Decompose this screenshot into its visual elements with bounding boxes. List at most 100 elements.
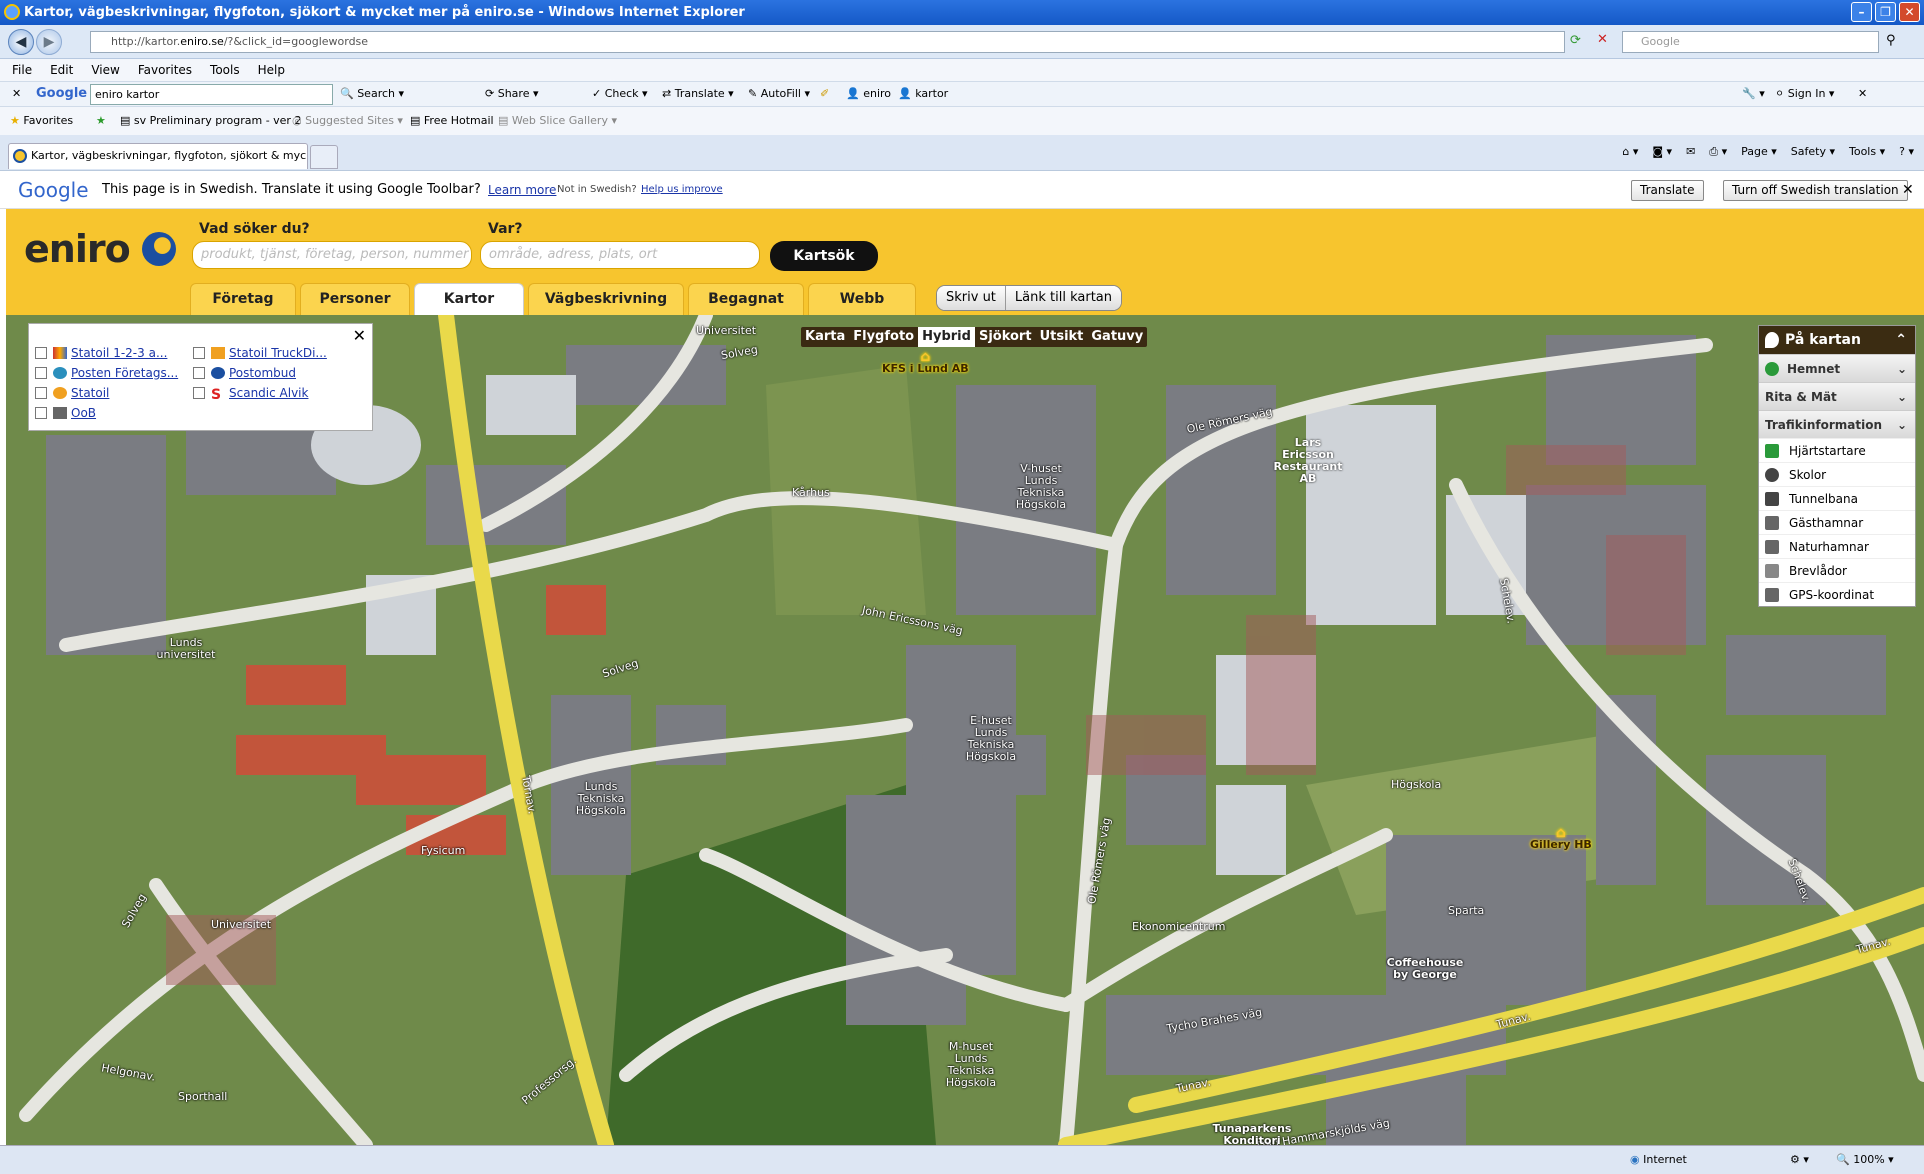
toolbar-check-button[interactable]: ✓ Check ▾ <box>592 82 648 106</box>
menu-edit[interactable]: Edit <box>50 59 73 81</box>
forward-button[interactable]: ▶ <box>36 29 62 55</box>
poi-item[interactable]: Posten Företags... <box>35 364 178 382</box>
search-icon[interactable]: ⚲ <box>1886 33 1896 48</box>
menu-file[interactable]: File <box>12 59 32 81</box>
maptype-flygfoto[interactable]: Flygfoto <box>849 327 918 347</box>
layer-hjartstartare[interactable]: Hjärtstartare <box>1759 438 1915 462</box>
layer-tunnelbana[interactable]: Tunnelbana <box>1759 486 1915 510</box>
tab-vagbeskrivning[interactable]: Vägbeskrivning <box>528 283 684 315</box>
translate-button[interactable]: Translate <box>1631 180 1704 201</box>
refresh-icon[interactable]: ⟳ <box>1570 33 1581 48</box>
poi-panel-close-icon[interactable]: ✕ <box>353 326 366 345</box>
protected-mode-icon[interactable]: ⚙ ▾ <box>1790 1146 1809 1174</box>
poi-link[interactable]: Scandic Alvik <box>229 386 308 400</box>
pa-kartan-header[interactable]: På kartan ⌃ <box>1759 326 1915 354</box>
toolbar-close-icon[interactable]: ✕ <box>12 82 21 106</box>
back-button[interactable]: ◀ <box>8 29 34 55</box>
poi-item[interactable]: Statoil <box>35 384 109 402</box>
print-icon[interactable]: ⎙ ▾ <box>1709 145 1727 159</box>
learn-more-link[interactable]: Learn more <box>488 171 556 209</box>
tab-webb[interactable]: Webb <box>808 283 916 315</box>
toolbar-term-eniro[interactable]: 👤 eniro <box>846 82 891 106</box>
maptype-sjokort[interactable]: Sjökort <box>975 327 1036 347</box>
mail-icon[interactable]: ✉ <box>1686 145 1695 159</box>
section-trafikinformation[interactable]: Trafikinformation ⌄ <box>1759 410 1915 438</box>
poi-link[interactable]: Statoil 1-2-3 a... <box>71 346 167 360</box>
maximize-button[interactable]: ❐ <box>1875 2 1896 22</box>
home-icon[interactable]: ⌂ ▾ <box>1622 145 1638 159</box>
toolbar-search-button[interactable]: 🔍 Search ▾ <box>340 82 404 106</box>
map-view[interactable]: ✕ Statoil 1-2-3 a... Posten Företags... … <box>6 315 1924 1145</box>
fav-item-hotmail[interactable]: ▤ Free Hotmail <box>410 107 494 135</box>
menu-tools[interactable]: Tools <box>210 59 240 81</box>
tools-menu[interactable]: Tools ▾ <box>1849 145 1885 159</box>
section-rita-mat[interactable]: Rita & Mät ⌄ <box>1759 382 1915 410</box>
browser-search-input[interactable]: Google <box>1622 31 1879 53</box>
poi-link[interactable]: Statoil <box>71 386 109 400</box>
menu-help[interactable]: Help <box>258 59 285 81</box>
poi-link[interactable]: Postombud <box>229 366 296 380</box>
poi-checkbox[interactable] <box>35 407 47 419</box>
poi-checkbox[interactable] <box>193 387 205 399</box>
close-window-button[interactable]: ✕ <box>1899 2 1920 22</box>
poi-item[interactable]: Postombud <box>193 364 296 382</box>
tab-active[interactable]: Kartor, vägbeskrivningar, flygfoton, sjö… <box>8 143 308 169</box>
fav-item-preliminary[interactable]: ▤ sv Preliminary program - ver 2 <box>120 107 301 135</box>
maptype-karta[interactable]: Karta <box>801 327 849 347</box>
poi-checkbox[interactable] <box>35 367 47 379</box>
toolbar-term-kartor[interactable]: 👤 kartor <box>898 82 948 106</box>
layer-brevlador[interactable]: Brevlådor <box>1759 558 1915 582</box>
business-marker-coffee[interactable]: Coffeehouse by George <box>1380 957 1470 981</box>
toolbar-autofill-button[interactable]: ✎ AutoFill ▾ <box>748 82 810 106</box>
tab-begagnat[interactable]: Begagnat <box>688 283 804 315</box>
wrench-icon[interactable]: 🔧 ▾ <box>1742 82 1765 106</box>
poi-checkbox[interactable] <box>35 347 47 359</box>
print-map-button[interactable]: Skriv ut <box>937 286 1006 310</box>
turn-off-translation-button[interactable]: Turn off Swedish translation <box>1723 180 1908 201</box>
poi-checkbox[interactable] <box>193 367 205 379</box>
layer-gps[interactable]: GPS-koordinat <box>1759 582 1915 606</box>
poi-item[interactable]: Statoil TruckDi... <box>193 344 327 362</box>
menu-view[interactable]: View <box>91 59 119 81</box>
url-field[interactable]: http://kartor.eniro.se/?&click_id=google… <box>90 31 1565 53</box>
section-hemnet[interactable]: Hemnet ⌄ <box>1759 354 1915 382</box>
highlighter-icon[interactable]: ✐ <box>820 82 829 106</box>
favorites-button[interactable]: ★ Favorites <box>10 107 73 135</box>
poi-link[interactable]: Statoil TruckDi... <box>229 346 327 360</box>
zoom-control[interactable]: 🔍 100% ▾ <box>1836 1146 1894 1174</box>
layer-skolor[interactable]: Skolor <box>1759 462 1915 486</box>
feeds-icon[interactable]: ◙ ▾ <box>1652 145 1672 159</box>
poi-item[interactable]: Statoil 1-2-3 a... <box>35 344 167 362</box>
fav-item-webslice[interactable]: ▤ Web Slice Gallery ▾ <box>498 107 617 135</box>
poi-item[interactable]: OoB <box>35 404 96 422</box>
layer-gasthamnar[interactable]: Gästhamnar <box>1759 510 1915 534</box>
business-marker-lars[interactable]: Lars Ericsson Restaurant AB <box>1268 437 1348 485</box>
business-marker-gillery[interactable]: ⌂ Gillery HB <box>1530 826 1592 851</box>
business-marker-kfs[interactable]: ⌂ KFS i Lund AB <box>882 350 969 375</box>
fav-item-suggested[interactable]: ◎ Suggested Sites ▾ <box>292 107 403 135</box>
add-favorite-icon[interactable]: ★ <box>96 107 106 135</box>
translate-close-icon[interactable]: ✕ <box>1902 171 1914 209</box>
maptype-hybrid[interactable]: Hybrid <box>918 327 975 347</box>
page-menu[interactable]: Page ▾ <box>1741 145 1777 159</box>
sign-in-button[interactable]: ⚪ Sign In ▾ <box>1775 82 1834 106</box>
business-marker-tunaparken[interactable]: Tunaparkens Konditori <box>1212 1123 1292 1146</box>
poi-item[interactable]: S Scandic Alvik <box>193 384 308 402</box>
menu-favorites[interactable]: Favorites <box>138 59 192 81</box>
new-tab-button[interactable] <box>310 145 338 169</box>
eniro-logo[interactable]: eniro <box>24 227 176 271</box>
poi-checkbox[interactable] <box>193 347 205 359</box>
safety-menu[interactable]: Safety ▾ <box>1791 145 1835 159</box>
poi-link[interactable]: Posten Företags... <box>71 366 178 380</box>
toolbar-share-button[interactable]: ⟳ Share ▾ <box>485 82 539 106</box>
layer-naturhamnar[interactable]: Naturhamnar <box>1759 534 1915 558</box>
what-input[interactable]: produkt, tjänst, företag, person, nummer <box>192 241 472 269</box>
tab-foretag[interactable]: Företag <box>190 283 296 315</box>
kartsok-button[interactable]: Kartsök <box>770 241 878 271</box>
maptype-utsikt[interactable]: Utsikt <box>1036 327 1088 347</box>
minimize-button[interactable]: – <box>1851 2 1872 22</box>
stop-icon[interactable]: ✕ <box>1597 32 1608 47</box>
poi-link[interactable]: OoB <box>71 406 96 420</box>
where-input[interactable]: område, adress, plats, ort <box>480 241 760 269</box>
link-map-button[interactable]: Länk till kartan <box>1005 286 1121 310</box>
